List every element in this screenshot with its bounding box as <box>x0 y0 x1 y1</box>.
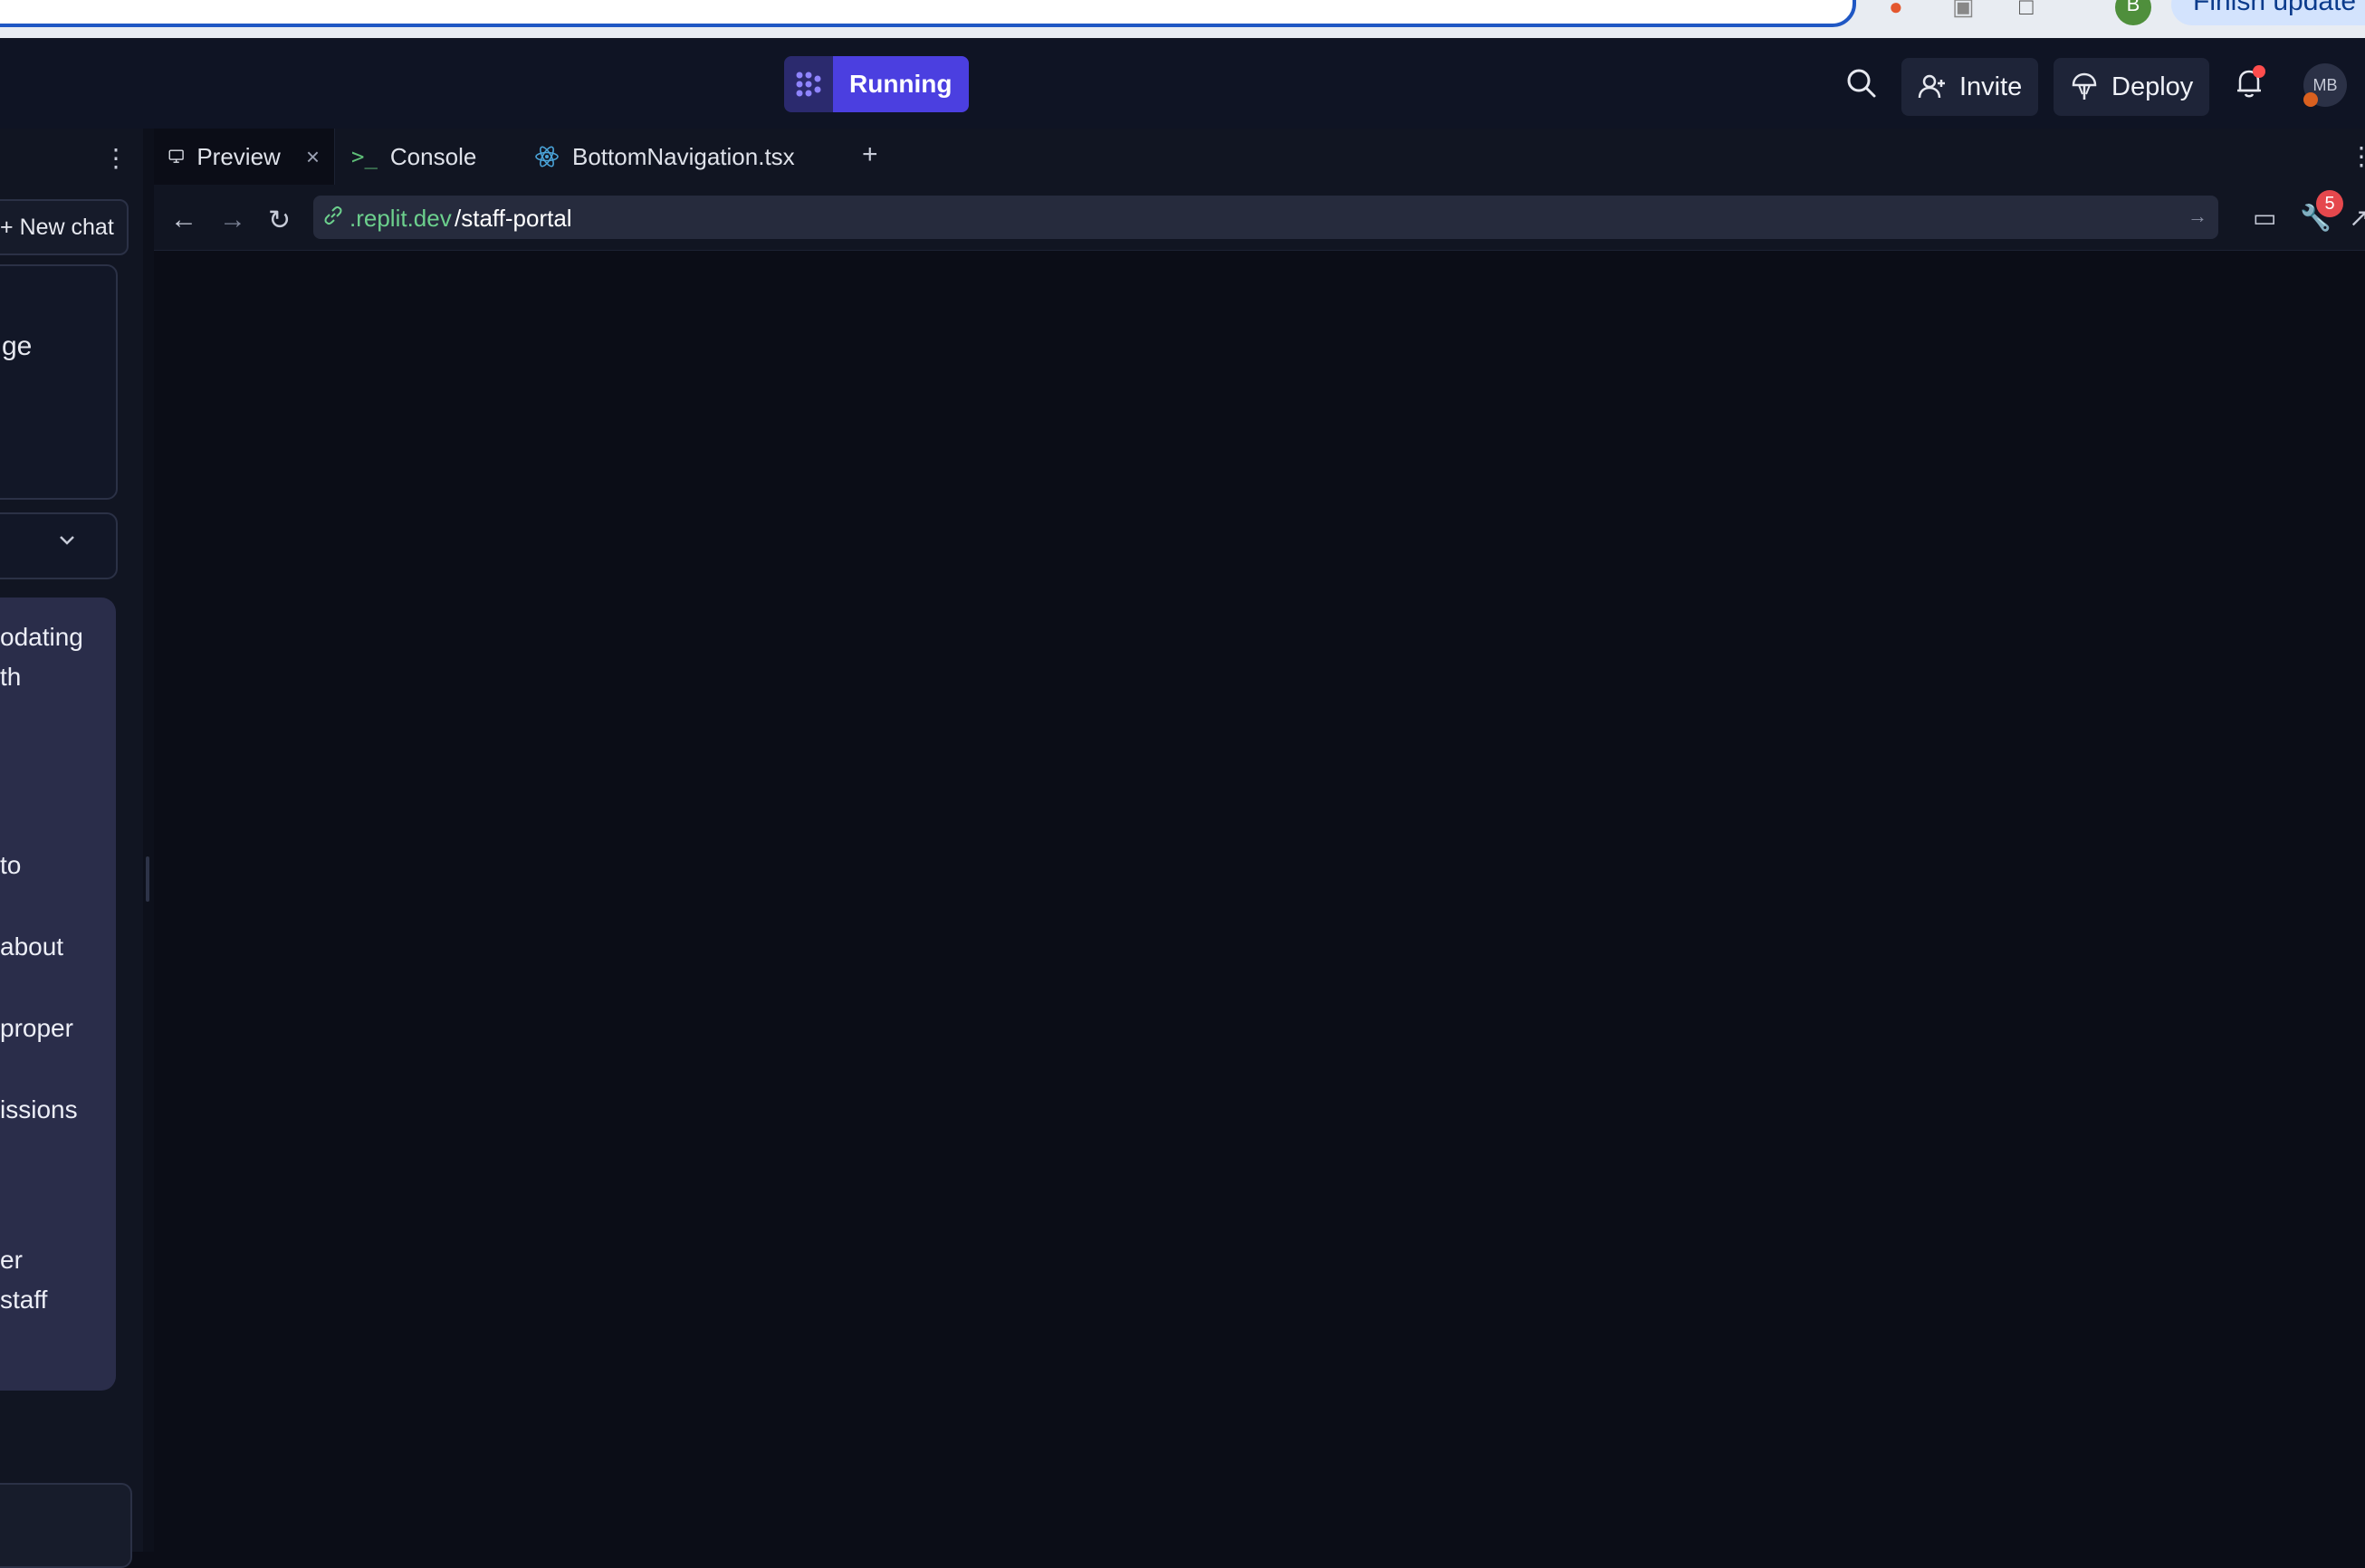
terminal-icon: >_ <box>351 144 378 169</box>
notification-dot <box>2253 65 2265 78</box>
message-line: about <box>0 932 64 961</box>
browser-toolbar: ntConnect ▭ □ ☆ ● ▣ □ B Finish update <box>0 0 2365 38</box>
reload-icon[interactable]: ↻ <box>268 205 291 236</box>
app-header: Running Invite Deploy MB <box>0 38 2365 129</box>
run-control[interactable]: Running <box>784 56 969 112</box>
add-user-icon <box>1918 74 1945 99</box>
tab-preview[interactable]: Preview × <box>154 129 335 185</box>
message-line: odating <box>0 623 83 651</box>
url-host: .replit.dev <box>349 205 452 232</box>
run-status-button[interactable]: Running <box>833 56 969 112</box>
panel-menu-icon[interactable]: ⋮ <box>103 143 129 173</box>
preview-url-field[interactable]: .replit.dev /staff-portal → <box>313 196 2218 239</box>
tab-menu-icon[interactable]: ⋮ <box>2349 141 2365 171</box>
message-line: staff <box>0 1286 48 1314</box>
deploy-button[interactable]: Deploy <box>2054 58 2210 116</box>
url-path: /staff-portal <box>455 205 572 232</box>
device-preview-icon[interactable]: ▭ <box>2253 203 2276 233</box>
tab-bar: Preview × >_ Console BottomNavigation.ts… <box>154 129 2365 186</box>
tab-console[interactable]: >_ Console <box>337 129 518 185</box>
deploy-label: Deploy <box>2111 72 2194 101</box>
plus-icon: + <box>0 215 14 240</box>
chat-card-text: ge <box>2 331 33 361</box>
browser-address-bar[interactable]: ntConnect ▭ □ ☆ <box>0 0 1856 27</box>
add-tab-icon[interactable]: + <box>862 139 878 170</box>
avatar-status-badge <box>2303 92 2318 107</box>
puzzle-extension-icon[interactable]: □ <box>2019 0 2034 21</box>
go-arrow-icon[interactable]: → <box>2188 205 2207 228</box>
close-tab-icon[interactable]: × <box>306 143 320 171</box>
chevron-down-icon <box>60 536 74 545</box>
preview-toolbar: ← → ↻ .replit.dev /staff-portal → ▭ 🔧 5 … <box>154 185 2365 251</box>
monitor-icon <box>168 149 184 163</box>
panel-resize-handle[interactable] <box>143 129 154 1552</box>
preview-frame[interactable] <box>154 251 2365 1552</box>
tab-label: Console <box>389 142 477 170</box>
message-line: th <box>0 663 22 691</box>
forward-arrow-icon[interactable]: → <box>219 205 246 235</box>
tab-bottom-navigation[interactable]: BottomNavigation.tsx <box>520 129 846 185</box>
finish-update-button[interactable]: Finish update <box>2171 0 2365 25</box>
message-line: to <box>0 851 22 879</box>
camera-extension-icon[interactable]: ▣ <box>1952 0 1975 21</box>
chat-card[interactable]: ge <box>0 264 118 500</box>
tab-label: BottomNavigation.tsx <box>572 142 795 170</box>
browser-tab-title: ntConnect <box>7 0 131 5</box>
chat-input[interactable] <box>0 1483 132 1568</box>
invite-button[interactable]: Invite <box>1901 58 2039 116</box>
chat-dropdown[interactable] <box>0 512 118 579</box>
chat-panel: ⋮ + New chat ge odating th to about prop… <box>0 129 145 1568</box>
open-new-tab-icon[interactable]: ↗ <box>2349 203 2365 233</box>
deploy-icon <box>2072 72 2097 100</box>
message-line: issions <box>0 1095 78 1123</box>
new-chat-button[interactable]: + New chat <box>0 199 129 255</box>
browser-profile-avatar[interactable]: B <box>2115 0 2151 25</box>
tab-label: Preview <box>196 142 281 170</box>
workspace: Preview × >_ Console BottomNavigation.ts… <box>154 129 2365 1552</box>
extension-icon[interactable]: ● <box>1889 0 1903 21</box>
back-arrow-icon[interactable]: ← <box>170 205 197 235</box>
react-icon <box>535 146 559 167</box>
message-line: proper <box>0 1014 73 1042</box>
agent-message: odating th to about proper issions er st… <box>0 598 116 1391</box>
run-logo-icon <box>784 56 833 112</box>
resize-grip[interactable] <box>146 856 149 902</box>
new-chat-label: New chat <box>19 215 114 240</box>
message-line: er <box>0 1246 23 1274</box>
link-icon <box>324 206 342 225</box>
search-icon[interactable] <box>1843 65 1880 101</box>
invite-label: Invite <box>1959 72 2023 101</box>
devtools-badge: 5 <box>2316 190 2343 217</box>
